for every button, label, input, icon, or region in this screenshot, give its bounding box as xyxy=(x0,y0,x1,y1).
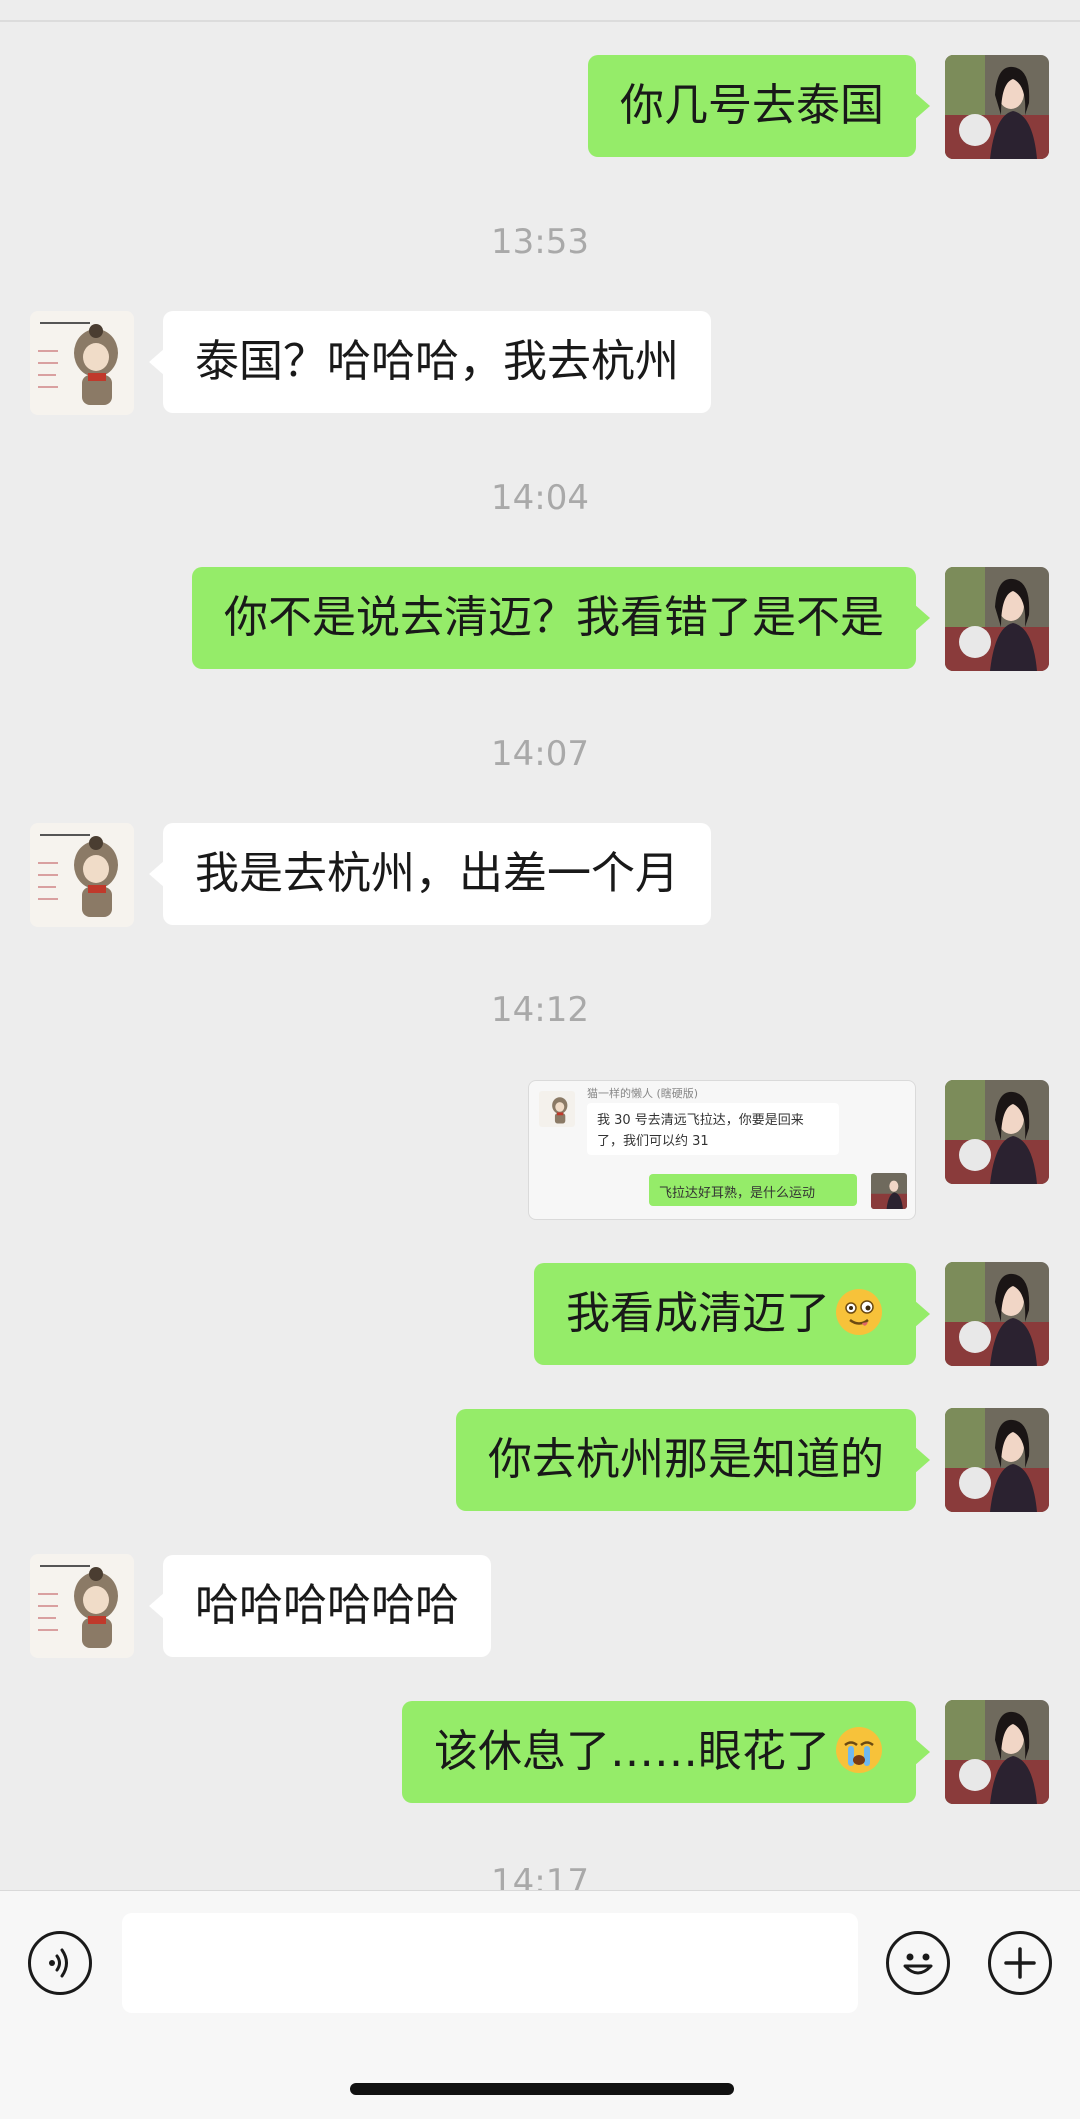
my-avatar[interactable] xyxy=(945,1262,1049,1366)
message-text: 我看成清迈了 xyxy=(566,1288,830,1339)
my-avatar[interactable] xyxy=(945,1408,1049,1512)
quoted-message-line: 我 30 号去清远飞拉达，你要是回来 xyxy=(597,1113,804,1128)
crying-face-emoji xyxy=(836,1727,882,1773)
message-bubble-sent[interactable]: 你几号去泰国 xyxy=(588,55,930,157)
contact-avatar[interactable] xyxy=(30,311,134,415)
quoted-contact-avatar xyxy=(539,1091,575,1127)
my-avatar[interactable] xyxy=(945,1700,1049,1804)
quoted-message-line: 了，我们可以约 31 xyxy=(597,1134,709,1149)
message-text: 该休息了……眼花了 xyxy=(434,1726,830,1777)
timestamp: 13:53 xyxy=(491,222,589,262)
more-options-button[interactable] xyxy=(988,1931,1052,1995)
chat-message-list[interactable]: 你几号去泰国 13:53 泰国？哈哈哈，我去杭州 14:04 你不是说去清迈？我… xyxy=(0,0,1080,1890)
message-bubble-received[interactable]: 我是去杭州，出差一个月 xyxy=(149,823,711,925)
my-avatar[interactable] xyxy=(945,1080,1049,1184)
quoted-sender-name: 猫一样的懒人 (瞎硬版) xyxy=(587,1087,699,1100)
my-avatar[interactable] xyxy=(945,567,1049,671)
message-bubble-sent[interactable]: 该休息了……眼花了 xyxy=(402,1701,930,1803)
message-bubble-received[interactable]: 泰国？哈哈哈，我去杭州 xyxy=(149,311,711,413)
emoji-button[interactable] xyxy=(886,1931,950,1995)
message-input[interactable] xyxy=(122,1913,858,2013)
home-indicator[interactable] xyxy=(350,2083,734,2095)
message-bubble-sent[interactable]: 我看成清迈了 xyxy=(534,1263,930,1365)
quoted-my-avatar xyxy=(871,1173,907,1209)
contact-avatar[interactable] xyxy=(30,1554,134,1658)
contact-avatar[interactable] xyxy=(30,823,134,927)
message-bubble-sent[interactable]: 你不是说去清迈？我看错了是不是 xyxy=(192,567,930,669)
quoted-sent-bubble: 飞拉达好耳熟，是什么运动 xyxy=(649,1174,857,1206)
crazy-face-emoji xyxy=(836,1289,882,1335)
message-bubble-received[interactable]: 哈哈哈哈哈哈 xyxy=(149,1555,491,1657)
timestamp: 14:17 xyxy=(491,1862,589,1890)
my-avatar[interactable] xyxy=(945,55,1049,159)
voice-icon xyxy=(49,1948,68,1978)
plus-icon xyxy=(1004,1947,1036,1979)
timestamp: 14:12 xyxy=(491,990,589,1030)
smiley-icon xyxy=(903,1953,933,1975)
timestamp: 14:07 xyxy=(491,734,589,774)
quoted-chat-screenshot[interactable]: 猫一样的懒人 (瞎硬版) 我 30 号去清远飞拉达，你要是回来 了，我们可以约 … xyxy=(528,1080,916,1220)
voice-input-button[interactable] xyxy=(28,1931,92,1995)
message-bubble-sent[interactable]: 你去杭州那是知道的 xyxy=(456,1409,930,1511)
timestamp: 14:04 xyxy=(491,478,589,518)
quoted-received-bubble: 我 30 号去清远飞拉达，你要是回来 了，我们可以约 31 xyxy=(587,1103,839,1155)
chat-input-bar xyxy=(0,1890,1080,2119)
quoted-reply-text: 飞拉达好耳熟，是什么运动 xyxy=(659,1186,816,1201)
